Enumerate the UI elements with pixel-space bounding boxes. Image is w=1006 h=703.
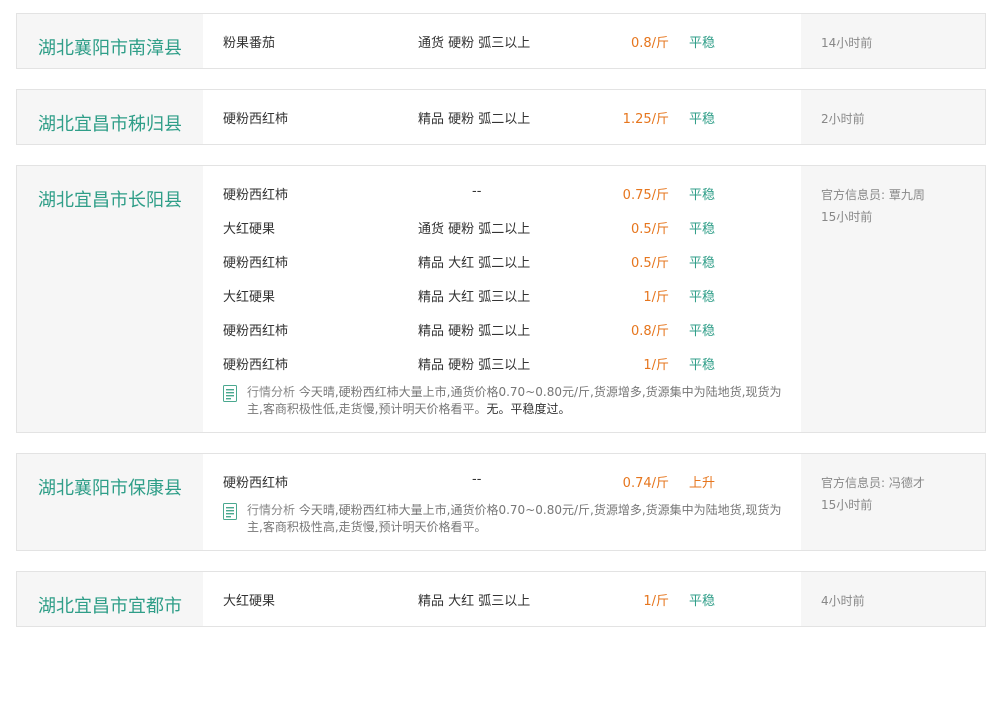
product-spec: 精品 大红 弧二以上 [418,256,531,271]
table-row: 大红硬果 精品 大红 弧三以上 1/斤 平稳 [223,582,801,616]
price-value: 0.8/斤 [630,36,669,51]
region-name[interactable]: 湖北宜昌市长阳县 [17,166,203,432]
timestamp: 2小时前 [821,112,865,126]
analysis-extra: 无。平稳度过。 [486,402,571,416]
product-name: 大红硬果 [223,222,276,237]
table-row: 硬粉西红柿 -- 0.75/斤 平稳 [223,176,801,210]
timestamp: 15小时前 [821,498,873,512]
listing-card: 湖北襄阳市保康县 硬粉西红柿 -- 0.74/斤 上升行情分析 今天晴,硬粉西红柿大量上… [16,453,986,551]
price-rows: 硬粉西红柿 -- 0.74/斤 上升行情分析 今天晴,硬粉西红柿大量上市,通货价格0.… [203,454,801,550]
price-rows: 粉果番茄 通货 硬粉 弧三以上 0.8/斤 平稳 [203,14,801,68]
price-trend: 平稳 [689,36,716,51]
price-value: 1/斤 [643,358,669,373]
product-spec: 通货 硬粉 弧二以上 [418,222,531,237]
product-name: 硬粉西红柿 [223,256,289,271]
info-panel: 官方信息员: 覃九周 15小时前 [801,166,985,432]
product-name: 硬粉西红柿 [223,112,289,127]
analysis-text: 行情分析 今天晴,硬粉西红柿大量上市,通货价格0.70~0.80元/斤,货源增多… [247,502,787,536]
document-icon [223,503,237,520]
table-row: 硬粉西红柿 精品 硬粉 弧二以上 0.8/斤 平稳 [223,312,801,346]
analysis-text: 行情分析 今天晴,硬粉西红柿大量上市,通货价格0.70~0.80元/斤,货源增多… [247,384,787,418]
region-name[interactable]: 湖北襄阳市南漳县 [17,14,203,68]
product-spec: 精品 大红 弧三以上 [418,594,531,609]
info-panel: 2小时前 [801,90,985,144]
table-row: 硬粉西红柿 精品 硬粉 弧三以上 1/斤 平稳 [223,346,801,380]
price-value: 1/斤 [643,594,669,609]
timestamp: 14小时前 [821,36,873,50]
info-panel: 官方信息员: 冯德才 15小时前 [801,454,985,550]
region-name[interactable]: 湖北宜昌市秭归县 [17,90,203,144]
price-trend: 平稳 [689,222,716,237]
product-name: 硬粉西红柿 [223,324,289,339]
product-spec: 精品 硬粉 弧三以上 [418,358,531,373]
table-row: 硬粉西红柿 精品 硬粉 弧二以上 1.25/斤 平稳 [223,100,801,134]
reporter-name: 官方信息员: 覃九周 [821,188,925,202]
price-trend: 上升 [689,476,716,491]
reporter-name: 官方信息员: 冯德才 [821,476,925,490]
price-value: 0.8/斤 [630,324,669,339]
product-name: 硬粉西红柿 [223,188,289,203]
market-analysis: 行情分析 今天晴,硬粉西红柿大量上市,通货价格0.70~0.80元/斤,货源增多… [223,380,801,432]
table-row: 大红硬果 通货 硬粉 弧二以上 0.5/斤 平稳 [223,210,801,244]
product-spec: -- [472,472,482,487]
product-spec: 精品 大红 弧三以上 [418,290,531,305]
price-rows: 大红硬果 精品 大红 弧三以上 1/斤 平稳 [203,572,801,626]
price-value: 0.5/斤 [630,222,669,237]
price-value: 1/斤 [643,290,669,305]
analysis-body: 今天晴,硬粉西红柿大量上市,通货价格0.70~0.80元/斤,货源增多,货源集中… [247,503,782,534]
document-icon [223,385,237,402]
table-row: 大红硬果 精品 大红 弧三以上 1/斤 平稳 [223,278,801,312]
analysis-label: 行情分析 [247,385,296,399]
product-name: 粉果番茄 [223,36,276,51]
listing-card: 湖北宜昌市长阳县 硬粉西红柿 -- 0.75/斤 平稳 大红硬果 通货 硬粉 弧二以上 0.5… [16,165,986,433]
table-row: 粉果番茄 通货 硬粉 弧三以上 0.8/斤 平稳 [223,24,801,58]
timestamp: 4小时前 [821,594,865,608]
region-name[interactable]: 湖北宜昌市宜都市 [17,572,203,626]
price-value: 0.74/斤 [622,476,669,491]
product-name: 硬粉西红柿 [223,476,289,491]
market-analysis: 行情分析 今天晴,硬粉西红柿大量上市,通货价格0.70~0.80元/斤,货源增多… [223,498,801,550]
price-trend: 平稳 [689,594,716,609]
price-trend: 平稳 [689,324,716,339]
listing-card: 湖北宜昌市秭归县 硬粉西红柿 精品 硬粉 弧二以上 1.25/斤 平稳 2小时前 [16,89,986,145]
table-row: 硬粉西红柿 -- 0.74/斤 上升 [223,464,801,498]
info-panel: 14小时前 [801,14,985,68]
price-trend: 平稳 [689,256,716,271]
price-rows: 硬粉西红柿 -- 0.75/斤 平稳 大红硬果 通货 硬粉 弧二以上 0.5/斤 平稳 硬粉西红… [203,166,801,432]
price-trend: 平稳 [689,358,716,373]
table-row: 硬粉西红柿 精品 大红 弧二以上 0.5/斤 平稳 [223,244,801,278]
listing-card: 湖北襄阳市南漳县 粉果番茄 通货 硬粉 弧三以上 0.8/斤 平稳 14小时前 [16,13,986,69]
product-name: 硬粉西红柿 [223,358,289,373]
listing-card: 湖北宜昌市宜都市 大红硬果 精品 大红 弧三以上 1/斤 平稳 4小时前 [16,571,986,627]
region-name[interactable]: 湖北襄阳市保康县 [17,454,203,550]
product-spec: -- [472,184,482,199]
product-spec: 精品 硬粉 弧二以上 [418,112,531,127]
price-trend: 平稳 [689,188,716,203]
product-name: 大红硬果 [223,594,276,609]
product-name: 大红硬果 [223,290,276,305]
market-listing: 湖北襄阳市南漳县 粉果番茄 通货 硬粉 弧三以上 0.8/斤 平稳 14小时前 湖北宜昌市秭… [16,13,986,647]
price-value: 0.75/斤 [622,188,669,203]
price-value: 0.5/斤 [630,256,669,271]
info-panel: 4小时前 [801,572,985,626]
product-spec: 通货 硬粉 弧三以上 [418,36,531,51]
price-rows: 硬粉西红柿 精品 硬粉 弧二以上 1.25/斤 平稳 [203,90,801,144]
price-trend: 平稳 [689,112,716,127]
price-value: 1.25/斤 [622,112,669,127]
timestamp: 15小时前 [821,210,873,224]
product-spec: 精品 硬粉 弧二以上 [418,324,531,339]
analysis-label: 行情分析 [247,503,296,517]
price-trend: 平稳 [689,290,716,305]
